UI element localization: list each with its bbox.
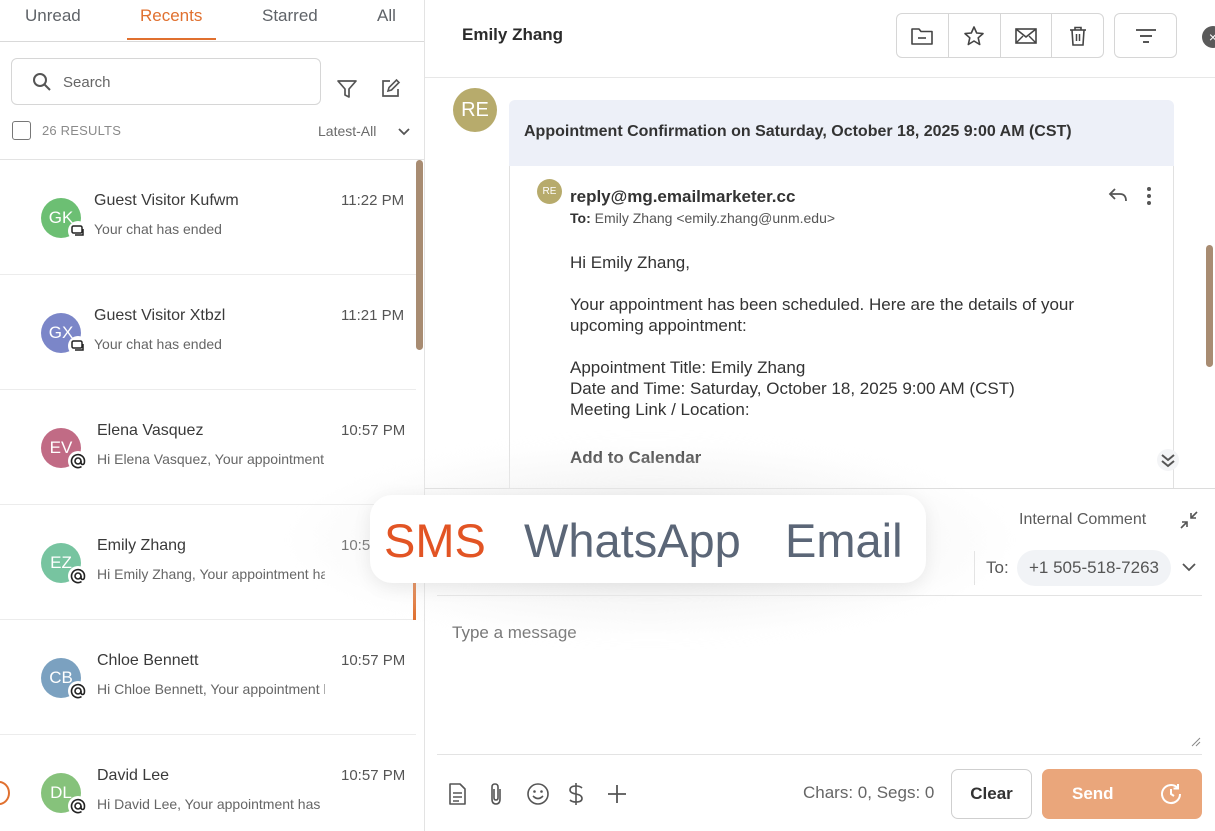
email-body-line: Your appointment has been scheduled. Her… bbox=[570, 295, 1075, 314]
tab-all[interactable]: All bbox=[377, 6, 396, 26]
channel-option-whatsapp[interactable]: WhatsApp bbox=[524, 513, 741, 568]
scrollbar[interactable] bbox=[1206, 245, 1213, 367]
send-label: Send bbox=[1072, 784, 1114, 803]
recipient-phone-select[interactable]: +1 505-518-7263 bbox=[1017, 550, 1171, 586]
trash-icon bbox=[1069, 26, 1086, 46]
message-preview: Hi Chloe Bennett, Your appointment h bbox=[97, 681, 325, 697]
tab-starred[interactable]: Starred bbox=[262, 6, 318, 26]
conversation-item[interactable]: DL David Lee 10:57 PM Hi David Lee, Your ap… bbox=[0, 735, 416, 831]
timestamp: 10:57 PM bbox=[341, 767, 406, 784]
header-action-group bbox=[896, 13, 1104, 58]
close-icon[interactable]: × bbox=[1202, 26, 1215, 48]
filter-lines-icon bbox=[1135, 28, 1156, 43]
email-channel-icon bbox=[68, 796, 88, 816]
email-from: reply@mg.emailmarketer.cc bbox=[570, 187, 796, 206]
contact-name: Emily Zhang bbox=[97, 537, 186, 554]
email-to-value: Emily Zhang <emily.zhang@unm.edu> bbox=[594, 210, 836, 226]
chevron-down-icon[interactable] bbox=[1181, 560, 1197, 574]
channel-option-email[interactable]: Email bbox=[785, 513, 903, 568]
email-channel-icon bbox=[68, 566, 88, 586]
appointment-datetime: Date and Time: Saturday, October 18, 202… bbox=[570, 379, 1015, 398]
appointment-location: Meeting Link / Location: bbox=[570, 400, 750, 419]
active-tab-indicator bbox=[127, 38, 216, 40]
search-input[interactable]: Search bbox=[11, 58, 321, 105]
message-preview: Your chat has ended bbox=[94, 221, 222, 237]
email-subject: Appointment Confirmation on Saturday, Oc… bbox=[524, 123, 1072, 140]
scroll-down-icon[interactable] bbox=[1157, 447, 1179, 473]
results-count: 26 RESULTS bbox=[42, 123, 122, 138]
reply-icon[interactable] bbox=[1107, 186, 1129, 204]
select-all-checkbox[interactable] bbox=[12, 121, 31, 140]
mark-unread-button[interactable] bbox=[1001, 14, 1053, 57]
contact-name: Guest Visitor Kufwm bbox=[94, 192, 239, 209]
tab-recents[interactable]: Recents bbox=[140, 6, 202, 26]
collapse-icon[interactable] bbox=[1179, 510, 1199, 530]
conversation-item[interactable]: GK Guest Visitor Kufwm 11:22 PM Your chat h… bbox=[0, 160, 416, 275]
char-counter: Chars: 0, Segs: 0 bbox=[803, 783, 935, 802]
message-preview: Hi Elena Vasquez, Your appointment h bbox=[97, 451, 325, 467]
search-icon bbox=[33, 73, 51, 91]
email-subject-header[interactable]: Appointment Confirmation on Saturday, Oc… bbox=[509, 100, 1174, 166]
contact-name: Elena Vasquez bbox=[97, 422, 204, 439]
star-button[interactable] bbox=[949, 14, 1001, 57]
chevron-down-icon[interactable] bbox=[397, 125, 411, 139]
compose-icon[interactable] bbox=[380, 78, 401, 99]
timestamp: 10:57 PM bbox=[341, 422, 406, 439]
email-channel-icon bbox=[68, 681, 88, 701]
filter-icon[interactable] bbox=[336, 78, 358, 100]
payment-icon[interactable] bbox=[567, 782, 585, 806]
clear-button[interactable]: Clear bbox=[951, 769, 1032, 819]
contact-name: Guest Visitor Xtbzl bbox=[94, 307, 226, 324]
tab-unread[interactable]: Unread bbox=[25, 6, 81, 26]
contact-name: Emily Zhang bbox=[462, 25, 564, 44]
mail-icon bbox=[1015, 27, 1037, 44]
chat-channel-icon bbox=[68, 336, 88, 356]
contact-name: Chloe Bennett bbox=[97, 652, 199, 669]
move-to-folder-button[interactable] bbox=[897, 14, 949, 57]
conversation-item[interactable]: GX Guest Visitor Xtbzl 11:21 PM Your chat h… bbox=[0, 275, 416, 390]
channel-option-sms[interactable]: SMS bbox=[384, 513, 486, 568]
message-preview: Hi Emily Zhang, Your appointment ha bbox=[97, 566, 325, 582]
email-recipient: To: Emily Zhang <emily.zhang@unm.edu> bbox=[570, 210, 835, 226]
emoji-icon[interactable] bbox=[526, 782, 550, 806]
timestamp: 11:21 PM bbox=[341, 307, 405, 324]
star-icon bbox=[964, 25, 984, 45]
divider bbox=[437, 754, 1202, 755]
message-preview: Hi David Lee, Your appointment has b bbox=[97, 796, 325, 812]
timestamp: 11:22 PM bbox=[341, 192, 405, 209]
add-icon[interactable] bbox=[607, 782, 627, 806]
message-preview: Your chat has ended bbox=[94, 336, 222, 352]
resize-handle-icon[interactable] bbox=[1191, 737, 1201, 747]
sort-dropdown[interactable]: Latest-All bbox=[318, 123, 376, 139]
avatar: RE bbox=[453, 88, 497, 132]
conversation-detail-panel: Emily Zhang × RE Appointment Confirmatio… bbox=[425, 0, 1215, 831]
conversation-item[interactable]: CB Chloe Bennett 10:57 PM Hi Chloe Bennett,… bbox=[0, 620, 416, 735]
conversation-list-panel: Unread Recents Starred All Search 26 RES… bbox=[0, 0, 425, 831]
email-channel-icon bbox=[68, 451, 88, 471]
sender-avatar: RE bbox=[537, 179, 562, 204]
internal-comment-tab[interactable]: Internal Comment bbox=[1019, 511, 1146, 529]
scrollbar[interactable] bbox=[416, 160, 423, 350]
email-greeting: Hi Emily Zhang, bbox=[570, 253, 690, 272]
email-body: Hi Emily Zhang, Your appointment has bee… bbox=[570, 252, 1074, 468]
chat-channel-icon bbox=[68, 221, 88, 241]
template-icon[interactable] bbox=[447, 782, 467, 806]
appointment-title: Appointment Title: Emily Zhang bbox=[570, 358, 806, 377]
message-filter-button[interactable] bbox=[1114, 13, 1177, 58]
contact-name: David Lee bbox=[97, 767, 170, 784]
more-options-icon[interactable] bbox=[1145, 186, 1153, 206]
folder-icon bbox=[911, 27, 934, 45]
schedule-icon[interactable] bbox=[1159, 782, 1183, 806]
divider bbox=[425, 77, 1215, 78]
attachment-icon[interactable] bbox=[487, 782, 505, 806]
search-placeholder: Search bbox=[63, 74, 111, 91]
email-to-label: To: bbox=[570, 210, 591, 226]
email-body-line: upcoming appointment: bbox=[570, 316, 747, 335]
delete-button[interactable] bbox=[1052, 14, 1103, 57]
send-button[interactable]: Send bbox=[1042, 769, 1202, 819]
timestamp: 10:57 PM bbox=[341, 652, 406, 669]
conversation-tabs: Unread Recents Starred All bbox=[0, 0, 424, 42]
channel-selector-popup: SMS WhatsApp Email bbox=[370, 495, 926, 583]
